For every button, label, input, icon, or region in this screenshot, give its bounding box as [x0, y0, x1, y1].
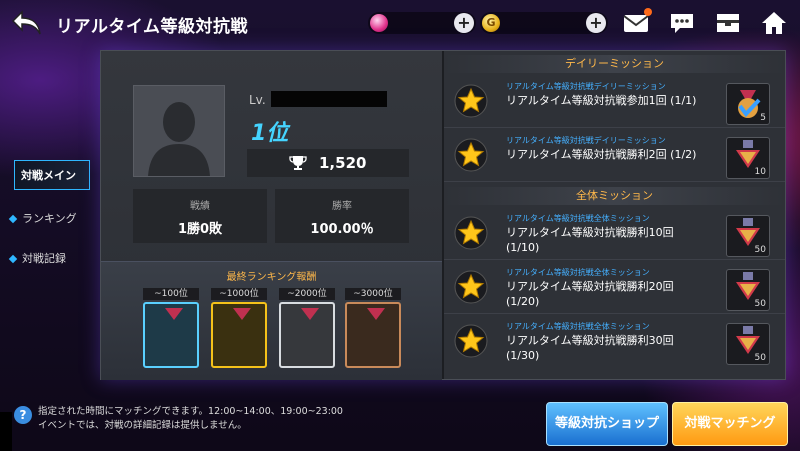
- tab-marker-icon: [8, 214, 18, 224]
- record-value: 1勝0敗: [177, 222, 223, 237]
- player-name-redacted: [271, 91, 387, 107]
- rewards-title: 最終ランキング報酬: [226, 272, 317, 283]
- reward-item[interactable]: ~3000位: [345, 288, 401, 368]
- reward-rank-label: ~3000位: [345, 288, 401, 300]
- reward-count: 10: [754, 167, 766, 177]
- score-box: 1,520: [247, 149, 409, 177]
- star-icon: [454, 84, 488, 118]
- gem-currency-bar: +: [368, 12, 476, 34]
- top-bar: リアルタイム等級対抗戦 + G +: [0, 0, 800, 46]
- profile-panel: Lv. 1位 1,520 戦績 1勝0敗 勝率 100.00％ 最終ランキング報…: [101, 51, 442, 380]
- reward-frame-icon: [345, 302, 401, 368]
- mission-row[interactable]: リアルタイム等級対抗戦全体ミッション リアルタイム等級対抗戦勝利30回 (1/3…: [444, 315, 785, 379]
- gold-currency-bar: G +: [480, 12, 608, 34]
- back-arrow-icon[interactable]: [10, 9, 44, 37]
- add-gold-button[interactable]: +: [586, 13, 606, 33]
- default-avatar-icon: [148, 102, 210, 176]
- chat-icon[interactable]: [668, 10, 696, 36]
- medal-reward: 50: [726, 269, 770, 311]
- reward-count: 5: [760, 113, 766, 123]
- tab-ranking[interactable]: ランキング: [8, 210, 77, 226]
- record-stat: 戦績 1勝0敗: [133, 189, 267, 243]
- tab-ranking-label: ランキング: [22, 212, 77, 225]
- mission-row[interactable]: リアルタイム等級対抗戦全体ミッション リアルタイム等級対抗戦勝利10回 (1/1…: [444, 207, 785, 260]
- gold-coin-icon: G: [482, 14, 500, 32]
- mission-text: リアルタイム等級対抗戦勝利10回 (1/10): [506, 226, 674, 254]
- mission-row[interactable]: リアルタイム等級対抗戦デイリーミッション リアルタイム等級対抗戦勝利2回 (1/…: [444, 129, 785, 182]
- reward-count: 50: [754, 353, 766, 363]
- tab-battle-record-label: 対戦記録: [22, 252, 66, 265]
- star-icon: [454, 216, 488, 250]
- battle-matching-button[interactable]: 対戦マッチング: [672, 402, 788, 446]
- trophy-icon: [289, 156, 307, 170]
- mission-category: リアルタイム等級対抗戦全体ミッション: [506, 268, 650, 277]
- edge-block: [0, 412, 12, 451]
- tab-marker-icon: [8, 254, 18, 264]
- ranking-rewards: 最終ランキング報酬 ~100位 ~1000位 ~2000位 ~3000位: [101, 261, 442, 380]
- info-icon: ?: [14, 406, 32, 424]
- reward-frame-icon: [143, 302, 199, 368]
- level-label: Lv.: [249, 93, 266, 107]
- mission-category: リアルタイム等級対抗戦デイリーミッション: [506, 82, 666, 91]
- missions-panel: デイリーミッション リアルタイム等級対抗戦デイリーミッション リアルタイム等級対…: [444, 51, 785, 379]
- reward-frame-icon: [211, 302, 267, 368]
- medal-reward: 10: [726, 137, 770, 179]
- reward-frame-icon: [279, 302, 335, 368]
- notice-line-1: 指定された時間にマッチングできます。12:00~14:00、19:00~23:0…: [38, 406, 343, 417]
- avatar: [133, 85, 225, 177]
- notice-line-2: イベントでは、対戦の詳細記録は提供しません。: [38, 420, 247, 431]
- add-gem-button[interactable]: +: [454, 13, 474, 33]
- record-label: 戦績: [190, 201, 210, 212]
- reward-item[interactable]: ~100位: [143, 288, 199, 368]
- main-panel: Lv. 1位 1,520 戦績 1勝0敗 勝率 100.00％ 最終ランキング報…: [100, 50, 786, 380]
- reward-item[interactable]: ~1000位: [211, 288, 267, 368]
- mission-category: リアルタイム等級対抗戦デイリーミッション: [506, 136, 666, 145]
- winrate-value: 100.00％: [310, 222, 374, 237]
- daily-missions-header: デイリーミッション: [444, 55, 785, 73]
- medal-reward: 50: [726, 323, 770, 365]
- page-title: リアルタイム等級対抗戦: [56, 17, 248, 37]
- mission-text: リアルタイム等級対抗戦勝利2回 (1/2): [506, 148, 697, 161]
- mail-notification-dot: [644, 8, 652, 16]
- star-icon: [454, 138, 488, 172]
- score-value: 1,520: [319, 154, 367, 172]
- winrate-label: 勝率: [332, 201, 352, 212]
- rank-value: 1位: [251, 121, 289, 146]
- medal-reward: 50: [726, 215, 770, 257]
- reward-item[interactable]: ~2000位: [279, 288, 335, 368]
- mission-text: リアルタイム等級対抗戦勝利20回 (1/20): [506, 280, 674, 308]
- mission-row[interactable]: リアルタイム等級対抗戦全体ミッション リアルタイム等級対抗戦勝利20回 (1/2…: [444, 261, 785, 314]
- star-icon: [454, 324, 488, 358]
- gem-icon: [370, 14, 388, 32]
- home-icon[interactable]: [760, 10, 788, 36]
- winrate-stat: 勝率 100.00％: [275, 189, 409, 243]
- tab-battle-main-label: 対戦メイン: [21, 169, 76, 182]
- tab-battle-record[interactable]: 対戦記録: [8, 250, 66, 266]
- reward-count: 50: [754, 299, 766, 309]
- reward-count: 50: [754, 245, 766, 255]
- mission-text: リアルタイム等級対抗戦参加1回 (1/1): [506, 94, 697, 107]
- mail-icon[interactable]: [622, 8, 652, 36]
- storage-icon[interactable]: [714, 10, 742, 36]
- mission-row[interactable]: リアルタイム等級対抗戦デイリーミッション リアルタイム等級対抗戦参加1回 (1/…: [444, 75, 785, 128]
- mission-category: リアルタイム等級対抗戦全体ミッション: [506, 322, 650, 331]
- overall-missions-header: 全体ミッション: [444, 187, 785, 205]
- mission-text: リアルタイム等級対抗戦勝利30回 (1/30): [506, 334, 674, 362]
- reward-rank-label: ~2000位: [279, 288, 335, 300]
- reward-rank-label: ~1000位: [211, 288, 267, 300]
- star-icon: [454, 270, 488, 304]
- reward-rank-label: ~100位: [143, 288, 199, 300]
- tab-battle-main[interactable]: 対戦メイン: [14, 160, 90, 190]
- notice-text: 指定された時間にマッチングできます。12:00~14:00、19:00~23:0…: [38, 405, 343, 433]
- medal-reward: 5: [726, 83, 770, 125]
- grade-shop-button[interactable]: 等級対抗ショップ: [546, 402, 668, 446]
- mission-category: リアルタイム等級対抗戦全体ミッション: [506, 214, 650, 223]
